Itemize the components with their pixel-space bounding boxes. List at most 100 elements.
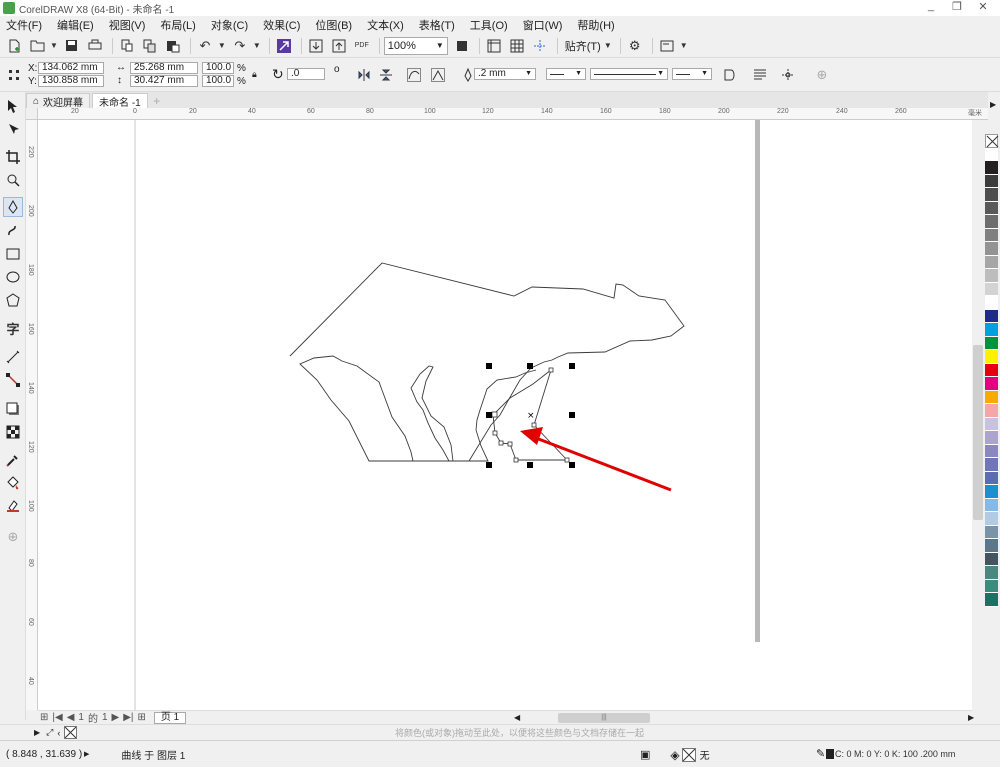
color-swatch[interactable] xyxy=(985,390,998,404)
drop-shadow-tool-icon[interactable] xyxy=(3,399,23,419)
import-icon[interactable] xyxy=(306,36,326,56)
bear-outline-shape[interactable] xyxy=(289,262,685,462)
corel-connect-icon[interactable] xyxy=(274,36,294,56)
color-swatch[interactable] xyxy=(985,485,998,499)
color-swatch[interactable] xyxy=(985,201,998,215)
menu-file[interactable]: 文件(F) xyxy=(6,17,42,33)
color-swatch[interactable] xyxy=(985,188,998,202)
menu-edit[interactable]: 编辑(E) xyxy=(57,17,94,33)
mirror-vertical-icon[interactable] xyxy=(376,65,396,85)
chevron-down-icon[interactable]: ▼ xyxy=(218,41,226,50)
close-button[interactable]: ✕ xyxy=(970,0,996,13)
menu-table[interactable]: 表格(T) xyxy=(419,17,455,33)
color-swatch[interactable] xyxy=(985,471,998,485)
menu-object[interactable]: 对象(C) xyxy=(211,17,248,33)
add-page-icon[interactable]: ⊞ xyxy=(40,712,48,723)
color-proofing-icon[interactable]: ▣ xyxy=(640,748,650,761)
chevron-down-icon[interactable]: ▼ xyxy=(604,41,612,50)
palette-menu-icon[interactable]: ▶ xyxy=(34,728,40,737)
color-swatch[interactable] xyxy=(985,255,998,269)
color-swatch[interactable] xyxy=(985,552,998,566)
menu-bitmaps[interactable]: 位图(B) xyxy=(315,17,352,33)
edit-shape-icon[interactable] xyxy=(428,65,448,85)
color-swatch[interactable] xyxy=(985,323,998,337)
color-swatch[interactable] xyxy=(985,269,998,283)
connector-tool-icon[interactable] xyxy=(3,370,23,390)
chevron-down-icon[interactable]: ▼ xyxy=(680,41,688,50)
color-swatch[interactable] xyxy=(985,174,998,188)
menu-effects[interactable]: 效果(C) xyxy=(263,17,300,33)
first-page-icon[interactable]: |◀ xyxy=(52,712,62,723)
menu-help[interactable]: 帮助(H) xyxy=(577,17,614,33)
no-fill-swatch[interactable] xyxy=(681,747,696,762)
color-swatch[interactable] xyxy=(985,336,998,350)
rectangle-tool-icon[interactable] xyxy=(3,244,23,264)
pdf-export-icon[interactable]: PDF xyxy=(352,36,372,56)
object-origin-icon[interactable] xyxy=(4,65,24,85)
show-guidelines-icon[interactable] xyxy=(530,36,550,56)
palette-settings-icon[interactable]: ‹ xyxy=(57,728,60,738)
polygon-tool-icon[interactable] xyxy=(3,290,23,310)
chevron-down-icon[interactable]: ▼ xyxy=(253,41,261,50)
minimize-button[interactable]: _ xyxy=(918,0,944,13)
chevron-down-icon[interactable]: ▼ xyxy=(50,41,58,50)
close-curve-icon[interactable] xyxy=(720,65,740,85)
freehand-tool-icon[interactable] xyxy=(3,197,23,217)
interactive-fill-tool-icon[interactable] xyxy=(3,473,23,493)
vertical-ruler[interactable]: 220 200 180 160 140 120 100 80 60 40 xyxy=(26,120,38,710)
eyedropper-tool-icon[interactable] xyxy=(3,450,23,470)
rotation-input[interactable]: .0 xyxy=(287,68,325,80)
color-swatch[interactable] xyxy=(985,458,998,472)
full-screen-icon[interactable] xyxy=(452,36,472,56)
drawing-surface[interactable]: × xyxy=(38,120,972,710)
chevron-right-icon[interactable]: ▶ xyxy=(84,750,89,758)
page-tab-1[interactable]: 页 1 xyxy=(153,711,187,724)
color-swatch[interactable] xyxy=(985,512,998,526)
color-swatch[interactable] xyxy=(985,431,998,445)
no-color-swatch[interactable] xyxy=(985,134,999,148)
transparency-tool-icon[interactable] xyxy=(3,422,23,442)
color-swatch[interactable] xyxy=(985,309,998,323)
color-swatch[interactable] xyxy=(985,404,998,418)
lock-ratio-icon[interactable]: 🔒︎ xyxy=(252,69,257,80)
eyedropper-icon[interactable]: ⤢ xyxy=(46,727,53,738)
show-rulers-icon[interactable] xyxy=(484,36,504,56)
color-swatch[interactable] xyxy=(985,296,998,310)
show-grid-icon[interactable] xyxy=(507,36,527,56)
add-icon[interactable]: ⊕ xyxy=(812,65,832,85)
end-arrowhead-select[interactable]: ▼ xyxy=(672,68,712,80)
prev-page-icon[interactable]: ◀ xyxy=(67,712,75,723)
mirror-horizontal-icon[interactable] xyxy=(354,65,374,85)
add-tool-icon[interactable]: ⊕ xyxy=(3,527,23,547)
line-style-select[interactable]: ▼ xyxy=(590,68,668,80)
height-input[interactable]: 30.427 mm xyxy=(130,75,198,87)
color-swatch[interactable] xyxy=(985,228,998,242)
color-swatch[interactable] xyxy=(985,350,998,364)
text-tool-icon[interactable]: 字 xyxy=(3,318,23,338)
new-document-icon[interactable] xyxy=(4,36,24,56)
color-swatch[interactable] xyxy=(985,363,998,377)
horizontal-ruler[interactable]: 20 0 20 40 60 80 100 120 140 160 180 200… xyxy=(38,108,988,120)
color-swatch[interactable] xyxy=(985,539,998,553)
ellipse-tool-icon[interactable] xyxy=(3,267,23,287)
zoom-level-select[interactable]: 100% ▼ xyxy=(383,36,448,55)
zoom-tool-icon[interactable] xyxy=(3,170,23,190)
color-swatch[interactable] xyxy=(985,417,998,431)
color-swatch[interactable] xyxy=(985,377,998,391)
copy-icon[interactable] xyxy=(140,36,160,56)
color-swatch[interactable] xyxy=(985,498,998,512)
y-position-input[interactable]: 130.858 mm xyxy=(38,75,104,87)
menu-view[interactable]: 视图(V) xyxy=(109,17,146,33)
convert-to-curve-icon[interactable] xyxy=(404,65,424,85)
color-swatch[interactable] xyxy=(985,215,998,229)
color-swatch[interactable] xyxy=(985,282,998,296)
restore-button[interactable]: ❐ xyxy=(944,0,970,13)
application-launcher-icon[interactable] xyxy=(657,36,677,56)
color-swatch[interactable] xyxy=(985,147,998,161)
drawing-canvas[interactable]: × xyxy=(38,120,972,710)
shape-tool-icon[interactable] xyxy=(3,119,23,139)
scroll-left-icon[interactable]: ◀ xyxy=(514,713,520,722)
crop-tool-icon[interactable] xyxy=(3,147,23,167)
next-page-icon[interactable]: ▶ xyxy=(112,712,120,723)
scale-y-input[interactable]: 100.0 xyxy=(202,75,234,87)
